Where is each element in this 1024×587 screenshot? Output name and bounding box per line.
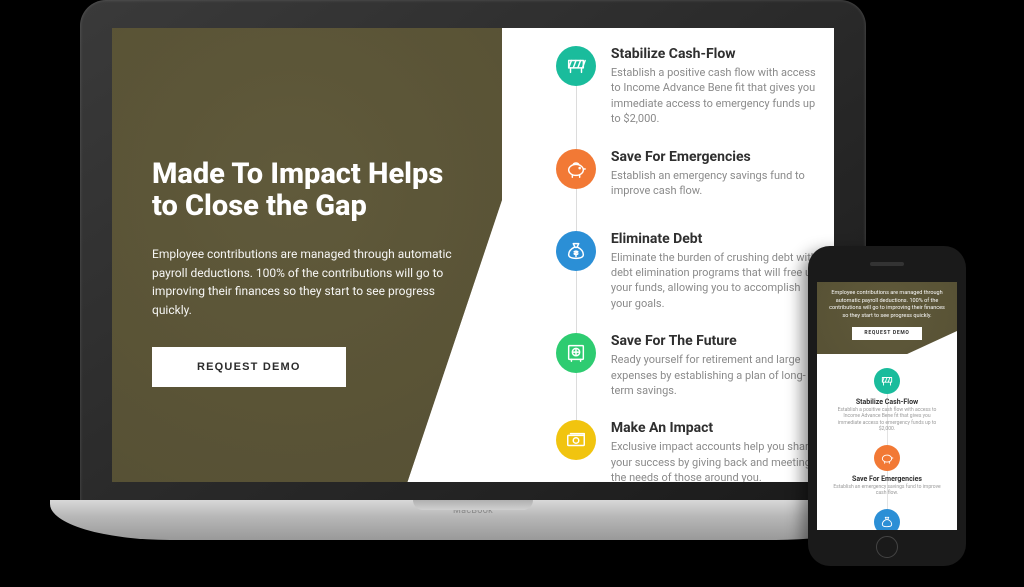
feature-item: Eliminate Debt Eliminate the burden of c…: [556, 231, 820, 312]
hero-heading: Made To Impact Helps to Close the Gap: [152, 158, 462, 223]
piggybank-icon: [874, 445, 900, 471]
laptop-hinge-notch: [413, 500, 533, 510]
mobile-hero-body: Employee contributions are managed throu…: [827, 290, 947, 321]
feature-title: Save For Emergencies: [611, 149, 820, 165]
moneybag-icon: [556, 231, 596, 271]
mobile-feature-title: Save For Emergencies: [827, 475, 947, 483]
feature-body: Exclusive impact accounts help you share…: [611, 439, 820, 482]
piggybank-icon: [556, 149, 596, 189]
mobile-feature-body: Establish an emergency savings fund to i…: [827, 484, 947, 497]
feature-item: Save For Emergencies Establish an emerge…: [556, 149, 820, 209]
feature-item: Stabilize Cash-Flow Establish a positive…: [556, 46, 820, 127]
phone-speaker: [870, 262, 904, 266]
feature-body: Establish an emergency savings fund to i…: [611, 168, 820, 199]
mobile-feature-list: Stabilize Cash-Flow Establish a positive…: [817, 354, 957, 530]
feature-timeline: Stabilize Cash-Flow Establish a positive…: [556, 46, 820, 482]
landing-page: Made To Impact Helps to Close the Gap Em…: [112, 28, 834, 482]
barrier-icon: [874, 368, 900, 394]
hero-body: Employee contributions are managed throu…: [152, 245, 452, 319]
phone-screen: Employee contributions are managed throu…: [817, 282, 957, 530]
safe-icon: [556, 333, 596, 373]
feature-item: Make An Impact Exclusive impact accounts…: [556, 420, 820, 482]
mobile-feature-item: Stabilize Cash-Flow Establish a positive…: [827, 368, 947, 433]
barrier-icon: [556, 46, 596, 86]
mobile-hero-panel: Employee contributions are managed throu…: [817, 282, 957, 354]
mobile-feature-body: Establish a positive cash flow with acce…: [827, 407, 947, 433]
mobile-feature-item: [827, 509, 947, 530]
moneybag-icon: [874, 509, 900, 530]
mobile-feature-title: Stabilize Cash-Flow: [827, 398, 947, 406]
feature-body: Establish a positive cash flow with acce…: [611, 65, 820, 127]
feature-body: Eliminate the burden of crushing debt wi…: [611, 250, 820, 312]
feature-title: Eliminate Debt: [611, 231, 820, 247]
cash-icon: [556, 420, 596, 460]
feature-item: Save For The Future Ready yourself for r…: [556, 333, 820, 398]
laptop-bezel: Made To Impact Helps to Close the Gap Em…: [80, 0, 866, 510]
request-demo-button[interactable]: REQUEST DEMO: [152, 347, 346, 387]
feature-title: Make An Impact: [611, 420, 820, 436]
laptop-device: Made To Impact Helps to Close the Gap Em…: [50, 0, 896, 570]
mobile-feature-item: Save For Emergencies Establish an emerge…: [827, 445, 947, 497]
feature-title: Stabilize Cash-Flow: [611, 46, 820, 62]
laptop-base: MacBook: [50, 500, 896, 540]
phone-home-button[interactable]: [876, 536, 898, 558]
feature-body: Ready yourself for retirement and large …: [611, 352, 820, 398]
features-panel: Stabilize Cash-Flow Establish a positive…: [502, 28, 834, 482]
hero-diagonal-cut: [905, 331, 957, 355]
phone-device: Employee contributions are managed throu…: [808, 246, 966, 566]
feature-title: Save For The Future: [611, 333, 820, 349]
hero-panel: Made To Impact Helps to Close the Gap Em…: [112, 28, 560, 482]
laptop-screen: Made To Impact Helps to Close the Gap Em…: [112, 28, 834, 482]
